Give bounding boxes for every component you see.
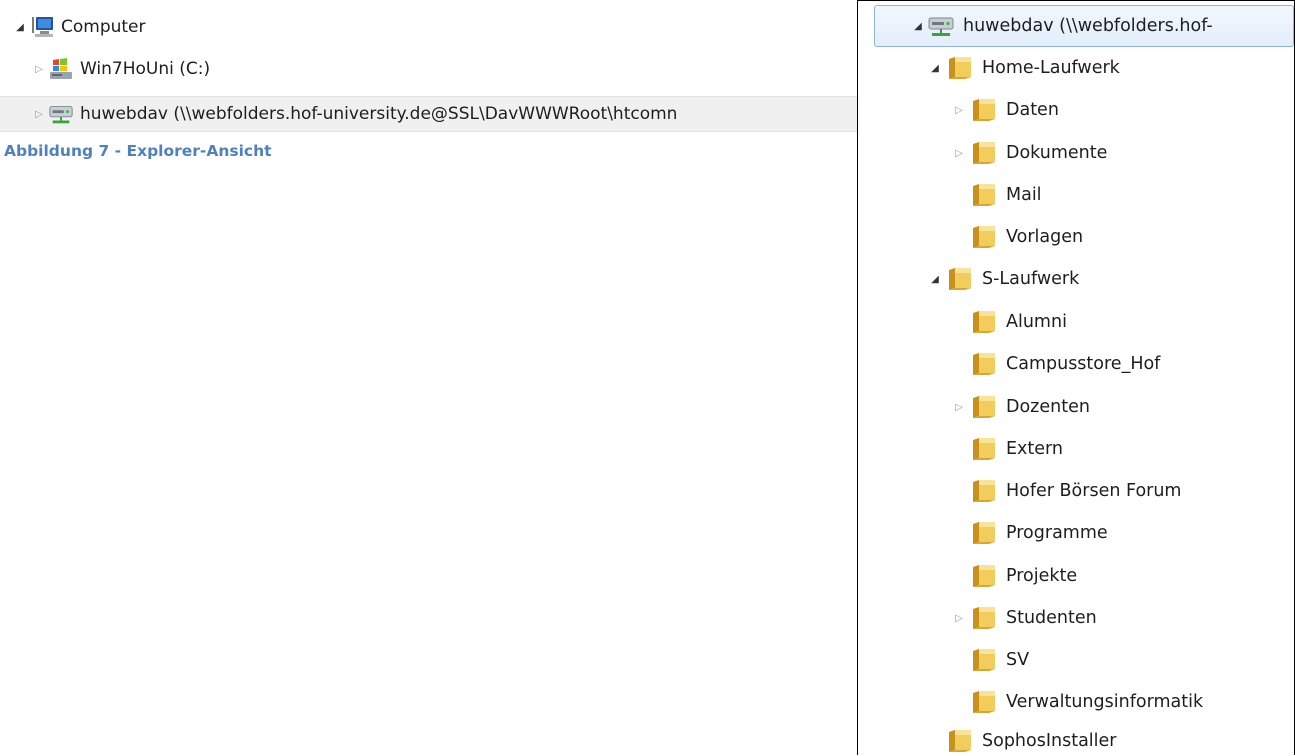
tree-item-computer[interactable]: ◢ Computer [0,10,858,44]
folder-icon [970,394,998,420]
tree-item-dokumente[interactable]: ▷ Dokumente [858,133,1294,173]
tree-item-label: huwebdav (\\webfolders.hof-university.de… [80,104,678,124]
expand-arrow-icon[interactable]: ▷ [952,105,966,116]
folder-icon [970,182,998,208]
expand-arrow-icon[interactable]: ▷ [952,402,966,413]
tree-item-label: Computer [61,17,146,37]
tree-item-label: Dozenten [1006,397,1090,417]
network-drive-icon [48,102,74,126]
tree-item-huwebdav-root[interactable]: ◢ huwebdav (\\webfolders.hof- [874,5,1294,47]
folder-icon [970,97,998,123]
expand-arrow-icon[interactable]: ▷ [952,148,966,159]
folder-icon [946,266,974,292]
expand-arrow-icon[interactable]: ◢ [911,21,925,32]
figure-caption: Abbildung 7 - Explorer-Ansicht [4,142,272,160]
tree-item-home-laufwerk[interactable]: ◢ Home-Laufwerk [858,48,1294,88]
expand-arrow-icon[interactable]: ▷ [32,64,46,75]
tree-item-s-laufwerk[interactable]: ◢ S-Laufwerk [858,259,1294,299]
expand-arrow-icon[interactable]: ◢ [928,274,942,285]
tree-item-vorlagen[interactable]: Vorlagen [858,217,1294,257]
tree-item-sv[interactable]: SV [858,640,1294,680]
windows-drive-icon [48,57,74,81]
folder-icon [970,140,998,166]
folder-icon [970,563,998,589]
folder-icon [970,224,998,250]
tree-item-mail[interactable]: Mail [858,175,1294,215]
tree-item-label: Extern [1006,439,1064,459]
tree-item-hofer-boersen-forum[interactable]: Hofer Börsen Forum [858,471,1294,511]
tree-item-label: SophosInstaller [982,731,1117,751]
tree-item-label: Campusstore_Hof [1006,354,1161,374]
expand-arrow-icon[interactable]: ▷ [32,109,46,120]
folder-icon [970,689,998,715]
expand-arrow-icon[interactable]: ▷ [952,613,966,624]
tree-item-label: Hofer Börsen Forum [1006,481,1182,501]
tree-item-label: Studenten [1006,608,1097,628]
folder-icon [970,605,998,631]
folder-icon [970,351,998,377]
folder-icon [946,55,974,81]
tree-item-label: SV [1006,650,1030,670]
tree-item-drive-c[interactable]: ▷ Win7HoUni (C:) [0,52,858,86]
tree-item-label: Vorlagen [1006,227,1084,247]
tree-item-huwebdav[interactable]: ▷ huwebdav (\\webfolders.hof-university.… [0,96,858,132]
tree-item-label: Daten [1006,100,1059,120]
tree-item-sophosinstaller[interactable]: SophosInstaller [858,721,1294,755]
tree-item-projekte[interactable]: Projekte [858,556,1294,596]
tree-item-daten[interactable]: ▷ Daten [858,90,1294,130]
tree-item-label: huwebdav (\\webfolders.hof- [963,16,1213,36]
tree-item-extern[interactable]: Extern [858,429,1294,469]
tree-item-studenten[interactable]: ▷ Studenten [858,598,1294,638]
folder-icon [970,478,998,504]
tree-item-alumni[interactable]: Alumni [858,302,1294,342]
tree-item-label: S-Laufwerk [982,269,1080,289]
explorer-tree-snippet: ◢ Computer ▷ Win7HoUni (C:) ▷ huwebdav (… [0,0,858,132]
tree-item-campusstore[interactable]: Campusstore_Hof [858,344,1294,384]
tree-item-label: Projekte [1006,566,1078,586]
expand-arrow-icon[interactable]: ◢ [13,22,27,33]
tree-item-programme[interactable]: Programme [858,513,1294,553]
tree-item-label: Alumni [1006,312,1067,332]
tree-item-label: Win7HoUni (C:) [80,59,211,79]
tree-item-dozenten[interactable]: ▷ Dozenten [858,387,1294,427]
tree-item-label: Programme [1006,523,1108,543]
tree-item-label: Dokumente [1006,143,1108,163]
tree-item-label: Verwaltungsinformatik [1006,692,1204,712]
computer-icon [29,15,55,39]
expand-arrow-icon[interactable]: ◢ [928,63,942,74]
folder-icon [970,436,998,462]
folder-icon [970,647,998,673]
folder-icon [946,728,974,754]
navigation-tree-panel: ◢ huwebdav (\\webfolders.hof- ◢ Home-Lau… [857,0,1295,755]
folder-icon [970,309,998,335]
tree-item-label: Home-Laufwerk [982,58,1120,78]
network-drive-icon [927,13,955,39]
tree-item-verwaltungsinformatik[interactable]: Verwaltungsinformatik [858,682,1294,722]
folder-icon [970,520,998,546]
tree-item-label: Mail [1006,185,1042,205]
